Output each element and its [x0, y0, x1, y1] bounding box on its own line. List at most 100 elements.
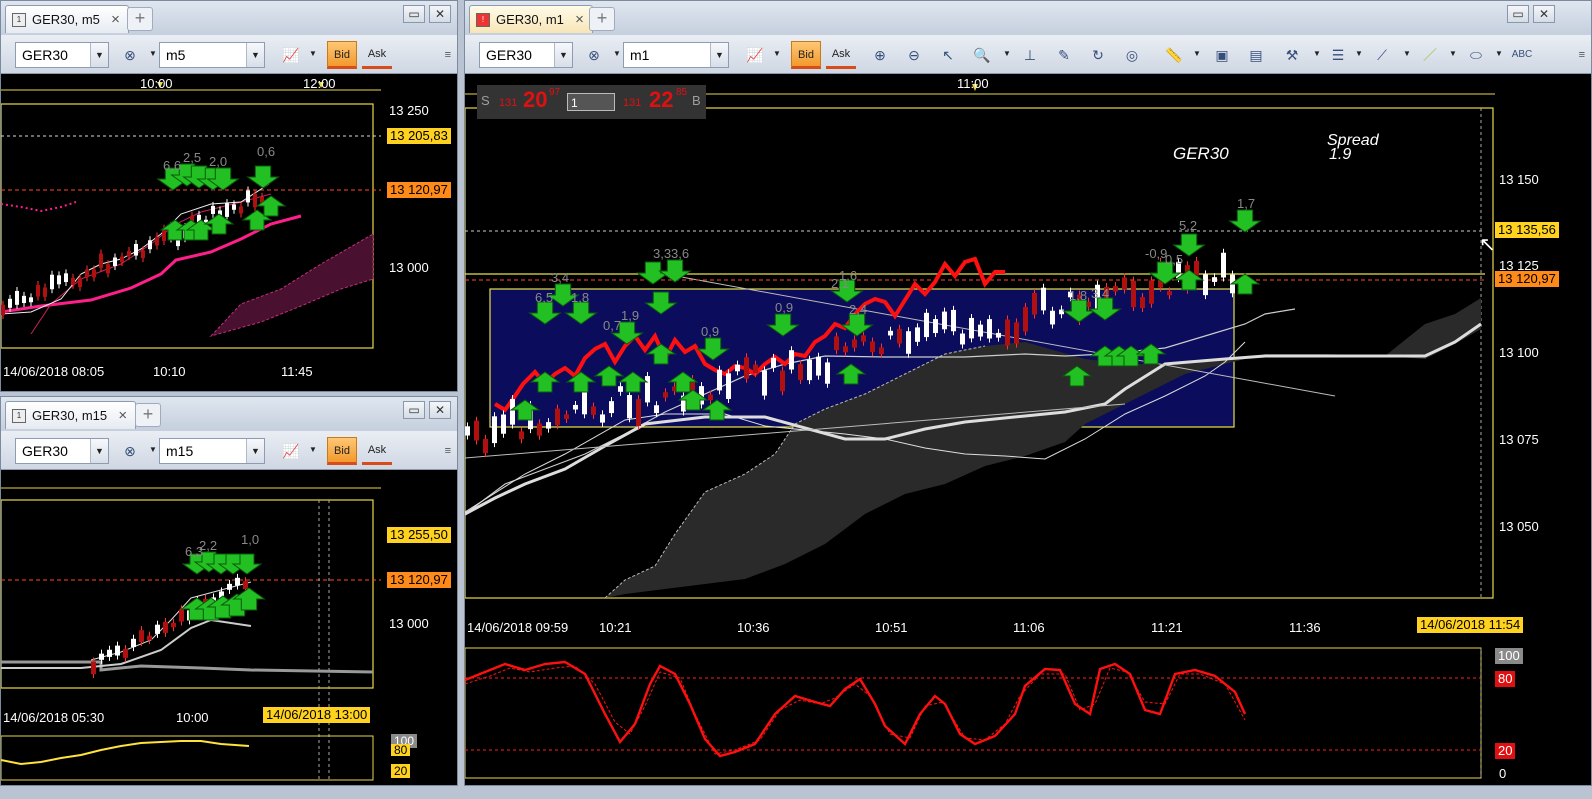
chevron-down-icon[interactable]: ▼	[613, 49, 621, 58]
candle	[239, 206, 243, 214]
chart-toolbar: GER30 ▼ ⊗ ▼ m5 ▼ 📈 ▼ Bid Ask ≡	[1, 35, 457, 74]
tab-ger30-m1[interactable]: ! GER30, m1 ×	[469, 5, 593, 33]
chart-type-icon[interactable]: 📈	[744, 44, 766, 66]
chevron-down-icon[interactable]: ▼	[1003, 49, 1011, 58]
chart-type-icon[interactable]: 📈	[280, 440, 302, 462]
bid-button[interactable]: Bid	[791, 41, 821, 69]
symbol-select[interactable]: GER30 ▼	[479, 42, 573, 68]
chevron-down-icon[interactable]: ▼	[149, 49, 157, 58]
ask-button[interactable]: Ask	[362, 41, 392, 69]
bottom-time-label: 11:45	[281, 364, 313, 379]
symbol-select[interactable]: GER30 ▼	[15, 438, 109, 464]
sell-price-small[interactable]: 131	[499, 97, 517, 109]
signal-label: 1,8	[571, 290, 590, 305]
buy-price-big[interactable]: 22	[649, 87, 673, 113]
ask-button[interactable]: Ask	[362, 437, 392, 465]
chart-type-icon[interactable]: 📈	[280, 44, 302, 66]
menu-icon[interactable]: ≡	[445, 49, 451, 61]
chart-canvas[interactable]: 13 000 13 255,50 13 120,97 14/06/2018 05…	[1, 470, 457, 785]
chevron-down-icon[interactable]: ▼	[1449, 49, 1457, 58]
text-tool-icon[interactable]: ABC	[1511, 44, 1533, 66]
new-tab-button[interactable]: +	[135, 403, 161, 427]
close-window-button[interactable]: ✕	[1533, 5, 1555, 23]
close-tab-icon[interactable]: ×	[575, 6, 584, 34]
candle	[139, 630, 144, 642]
pen-icon[interactable]: ／	[1419, 44, 1441, 66]
zoom-out-icon[interactable]: ⊖	[903, 44, 925, 66]
chevron-down-icon[interactable]: ▼	[309, 49, 317, 58]
remove-indicator-icon[interactable]: ⊗	[119, 440, 141, 462]
globe-icon[interactable]: ◎	[1121, 44, 1143, 66]
close-window-button[interactable]: ✕	[429, 5, 451, 23]
image-icon[interactable]: ▣	[1211, 44, 1233, 66]
symbol-select[interactable]: GER30 ▼	[15, 42, 109, 68]
chart-canvas[interactable]: S 131 20 97 1 131 22 85 B GER30 Spread 1…	[465, 74, 1591, 785]
candle	[537, 423, 542, 436]
lot-size-input[interactable]: 1	[567, 93, 615, 111]
trendline-icon[interactable]: ⟋	[1371, 44, 1393, 66]
template-icon[interactable]: ▤	[1245, 44, 1267, 66]
crosshair-icon[interactable]: ⊥	[1019, 44, 1041, 66]
bottom-time-label: 14/06/2018 09:59	[467, 620, 569, 635]
timeframe-select[interactable]: m15 ▼	[159, 438, 265, 464]
close-tab-icon[interactable]: ×	[118, 402, 127, 430]
minimize-button[interactable]: ▭	[1507, 5, 1529, 23]
chart-canvas[interactable]: 10:00 12:00 13 250 13 000 13 205,83 13 1…	[1, 74, 457, 391]
window-titlebar: 1 GER30, m15 × + ▭ ✕	[1, 397, 457, 432]
buy-price-small[interactable]: 131	[623, 97, 641, 109]
refresh-icon[interactable]: ↻	[1087, 44, 1109, 66]
price-axis-label: 13 100	[1499, 345, 1539, 360]
candle	[780, 370, 785, 392]
candle	[246, 190, 250, 203]
chevron-down-icon[interactable]: ▼	[1403, 49, 1411, 58]
signal-label: 2,5	[183, 150, 202, 165]
cursor-icon[interactable]: ↖	[937, 44, 959, 66]
minimize-button[interactable]: ▭	[403, 5, 425, 23]
ellipse-icon[interactable]: ⬭	[1465, 44, 1487, 66]
candle	[807, 359, 812, 381]
timeframe-select[interactable]: m1 ▼	[623, 42, 729, 68]
close-window-button[interactable]: ✕	[429, 401, 451, 419]
chevron-down-icon[interactable]: ▼	[1355, 49, 1363, 58]
candle	[546, 422, 551, 429]
candle	[942, 311, 947, 330]
indicators-icon[interactable]: ⚒	[1281, 44, 1303, 66]
chevron-down-icon[interactable]: ▼	[1495, 49, 1503, 58]
tab-ger30-m5[interactable]: 1 GER30, m5 ×	[5, 5, 129, 33]
sell-price-big[interactable]: 20	[523, 87, 547, 113]
candle	[243, 581, 248, 590]
new-tab-button[interactable]: +	[127, 7, 153, 31]
chart-window-m1: ! GER30, m1 × + ▭ ✕ GER30 ▼ ⊗ ▼ m1 ▼ 📈 ▼ B…	[464, 0, 1592, 786]
signal-label: 0,5	[1165, 252, 1184, 267]
sell-signal-arrow	[1228, 209, 1262, 233]
ruler-icon[interactable]: 📏	[1163, 44, 1185, 66]
edit-note-icon[interactable]: ✎	[1053, 44, 1075, 66]
close-tab-icon[interactable]: ×	[111, 6, 120, 34]
new-tab-button[interactable]: +	[589, 7, 615, 31]
remove-indicator-icon[interactable]: ⊗	[583, 44, 605, 66]
chevron-down-icon[interactable]: ▼	[309, 445, 317, 454]
minimize-button[interactable]: ▭	[403, 401, 425, 419]
chevron-down-icon[interactable]: ▼	[773, 49, 781, 58]
timeframe-select[interactable]: m5 ▼	[159, 42, 265, 68]
bid-button[interactable]: Bid	[327, 41, 357, 69]
price-chart-m5	[1, 82, 381, 349]
signal-label: 0,6	[257, 144, 276, 159]
chevron-down-icon[interactable]: ▼	[1313, 49, 1321, 58]
menu-icon[interactable]: ≡	[1579, 49, 1585, 61]
candle	[227, 583, 232, 590]
bid-button[interactable]: Bid	[327, 437, 357, 465]
ask-button[interactable]: Ask	[826, 41, 856, 69]
candle	[483, 438, 488, 454]
magnifier-icon[interactable]: 🔍	[971, 44, 993, 66]
remove-indicator-icon[interactable]: ⊗	[119, 44, 141, 66]
tab-ger30-m15[interactable]: 1 GER30, m15 ×	[5, 401, 137, 430]
chevron-down-icon[interactable]: ▼	[1193, 49, 1201, 58]
zoom-in-icon[interactable]: ⊕	[869, 44, 891, 66]
chevron-down-icon[interactable]: ▼	[149, 445, 157, 454]
menu-icon[interactable]: ≡	[445, 445, 451, 457]
candle	[71, 277, 75, 285]
list-icon[interactable]: ☰	[1327, 44, 1349, 66]
candle	[564, 414, 569, 419]
candle	[147, 635, 152, 641]
